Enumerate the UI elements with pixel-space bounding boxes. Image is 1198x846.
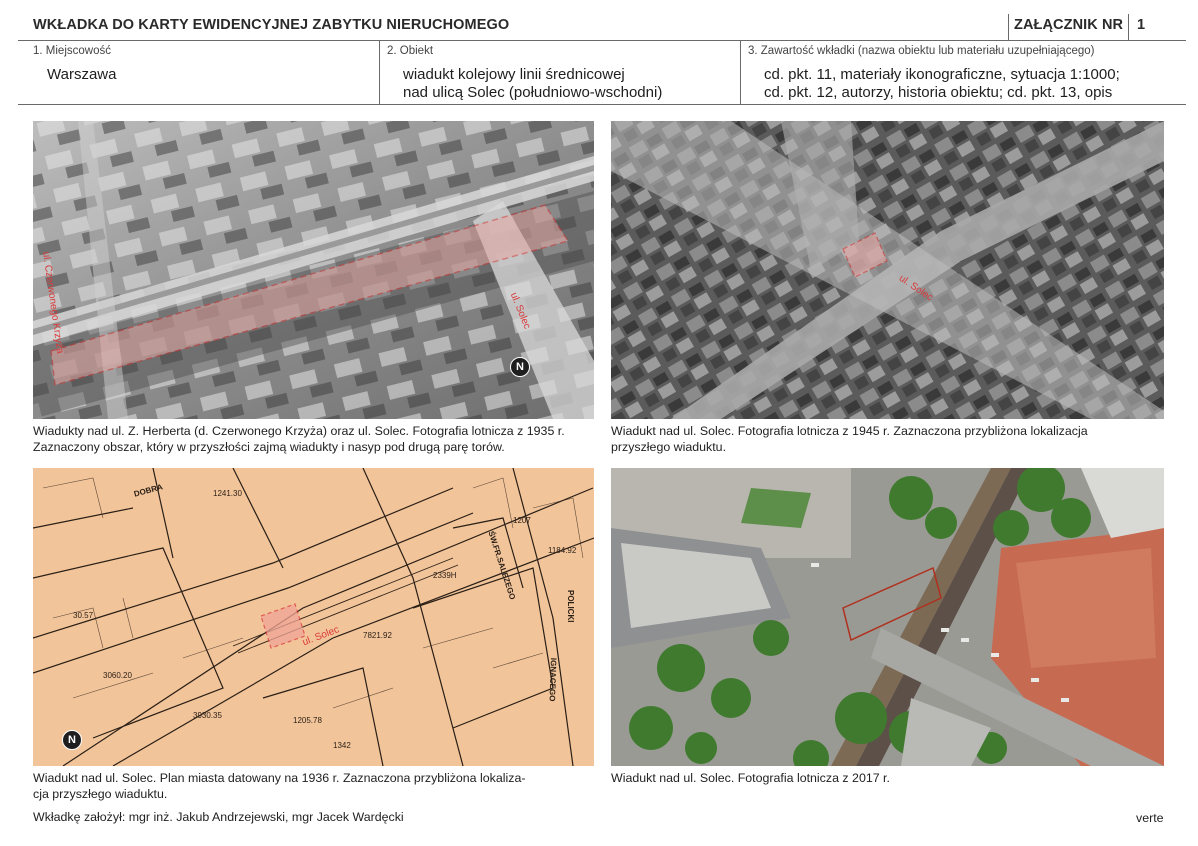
contents-label: 3. Zawartość wkładki (nazwa obiektu lub … <box>748 45 1095 57</box>
city-plan-1936: 30.57 3060.20 3930.35 1205.78 1342 2339H… <box>33 468 594 766</box>
field-divider <box>740 41 741 104</box>
fields-rule <box>18 104 1186 105</box>
contents-value-line-1: cd. pkt. 11, materiały ikonograficzne, s… <box>764 66 1120 83</box>
document-title: WKŁADKA DO KARTY EWIDENCYJNEJ ZABYTKU NI… <box>33 17 510 33</box>
header-divider <box>1128 14 1129 40</box>
svg-text:2339H: 2339H <box>433 571 457 580</box>
attachment-number: 1 <box>1137 17 1146 33</box>
aerial-photo-1945: ul. Solec <box>611 121 1164 419</box>
object-value-line-1: wiadukt kolejowy linii średnicowej <box>403 66 625 83</box>
footer-verte: verte <box>1136 811 1164 825</box>
caption-3-line-1: Wiadukt nad ul. Solec. Plan miasta datow… <box>33 771 526 785</box>
caption-2-line-2: przyszłego wiaduktu. <box>611 440 727 454</box>
svg-text:30.57: 30.57 <box>73 611 94 620</box>
caption-1-line-1: Wiadukty nad ul. Z. Herberta (d. Czerwon… <box>33 424 565 438</box>
aerial-photo-1935: ul. Czerwonego Krzyża ul. Solec N <box>33 121 594 419</box>
north-label: N <box>516 361 524 373</box>
caption-4-line-1: Wiadukt nad ul. Solec. Fotografia lotnic… <box>611 771 890 785</box>
svg-text:3060.20: 3060.20 <box>103 671 132 680</box>
north-arrow-icon: N <box>62 730 82 750</box>
field-divider <box>379 41 380 104</box>
map-label-ignacego: IGNACEGO <box>547 657 558 702</box>
svg-text:1205.78: 1205.78 <box>293 716 322 725</box>
svg-text:1241.30: 1241.30 <box>213 489 242 498</box>
svg-text:1207: 1207 <box>513 516 531 525</box>
contents-value-line-2: cd. pkt. 12, autorzy, historia obiektu; … <box>764 84 1113 101</box>
header-rule <box>18 40 1186 41</box>
caption-2-line-1: Wiadukt nad ul. Solec. Fotografia lotnic… <box>611 424 1088 438</box>
north-label: N <box>68 734 76 746</box>
north-arrow-icon: N <box>510 357 530 377</box>
locality-label: 1. Miejscowość <box>33 45 111 57</box>
footer-author: Wkładkę założył: mgr inż. Jakub Andrzeje… <box>33 810 404 824</box>
aerial-photo-2017 <box>611 468 1164 766</box>
locality-value: Warszawa <box>47 66 117 83</box>
caption-1-line-2: Zaznaczony obszar, który w przyszłości z… <box>33 440 505 454</box>
map-label-policki: POLICKI <box>566 590 575 623</box>
svg-text:3930.35: 3930.35 <box>193 711 222 720</box>
header-divider <box>1008 14 1009 40</box>
attachment-label: ZAŁĄCZNIK NR <box>1014 17 1124 33</box>
svg-text:1184.92: 1184.92 <box>548 546 577 555</box>
object-value-line-2: nad ulicą Solec (południowo-wschodni) <box>403 84 663 101</box>
object-label: 2. Obiekt <box>387 45 434 57</box>
caption-3-line-2: cja przyszłego wiaduktu. <box>33 787 168 801</box>
svg-text:7821.92: 7821.92 <box>363 631 392 640</box>
svg-text:1342: 1342 <box>333 741 351 750</box>
